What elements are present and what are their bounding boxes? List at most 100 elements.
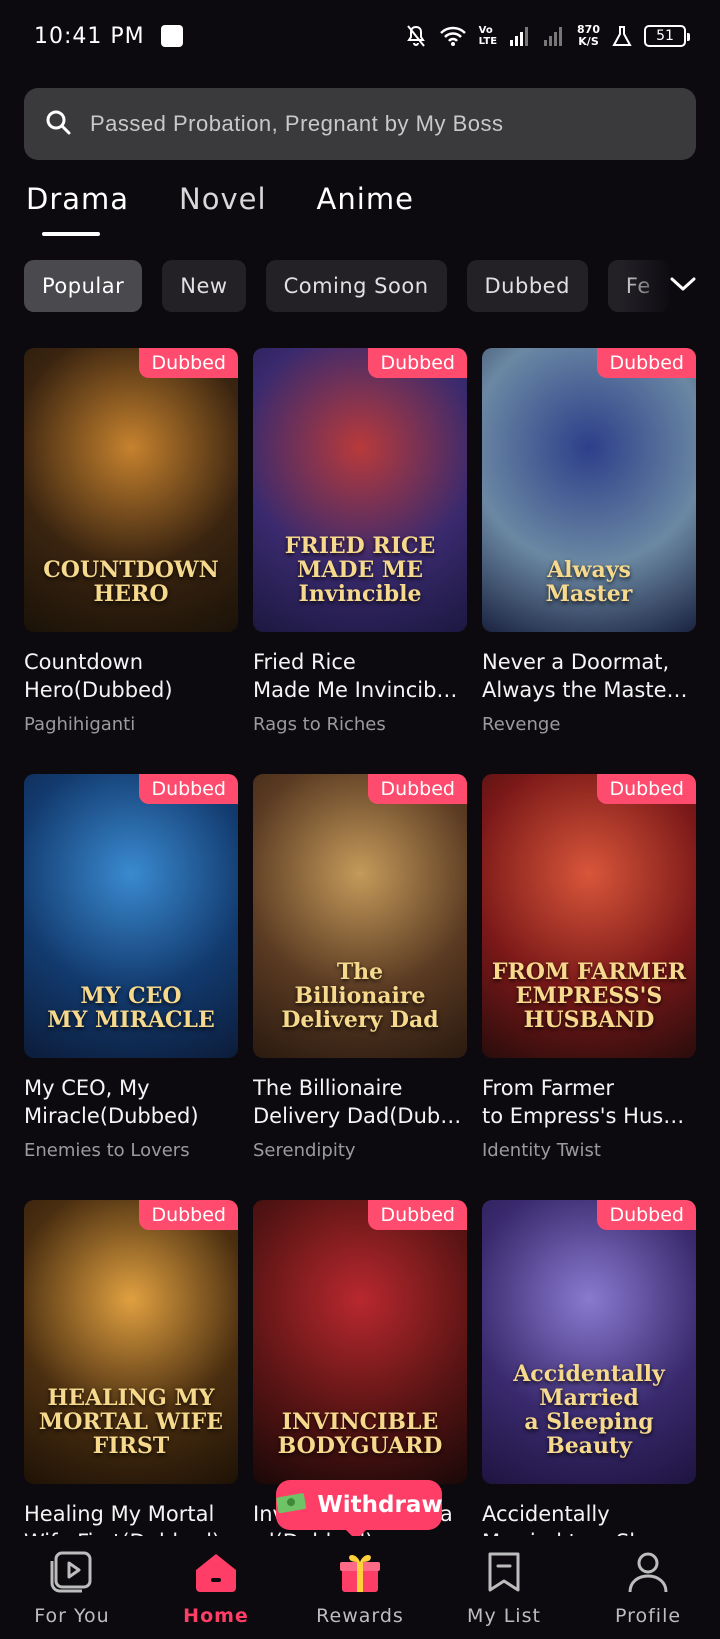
dubbed-badge: Dubbed [368, 1200, 467, 1230]
nav-label: Home [183, 1605, 249, 1627]
drama-title-line-2: to Empress's Hus… [482, 1104, 685, 1128]
bookmark-icon [480, 1550, 528, 1599]
drama-title-line-1: From Farmer [482, 1076, 614, 1100]
drama-poster[interactable]: COUNTDOWN HERO Dubbed [24, 348, 238, 632]
nav-home[interactable]: Home [151, 1550, 281, 1627]
drama-title[interactable]: Never a Doormat, Always the Maste… [482, 648, 696, 704]
drama-title-line-1: Fried Rice [253, 650, 356, 674]
status-bar: 10:41 PM Vo LTE 870 K/S 51 [0, 0, 720, 72]
withdraw-button[interactable]: Withdraw [275, 1480, 443, 1540]
poster-title-art: Always Master [545, 557, 633, 607]
drama-title[interactable]: From Farmer to Empress's Hus… [482, 1074, 696, 1130]
drama-genre-tag: Revenge [482, 714, 561, 735]
mute-icon [405, 24, 427, 48]
dubbed-badge: Dubbed [368, 774, 467, 804]
nav-label: For You [34, 1605, 110, 1627]
poster-title-art: Accidentally Married a Sleeping Beauty [513, 1361, 665, 1459]
bottom-nav: For You Home Rewards My List Profile [0, 1550, 720, 1639]
app-notification-icon [160, 25, 183, 47]
dubbed-badge: Dubbed [139, 1200, 238, 1230]
battery-icon: 51 [644, 25, 690, 47]
chip-coming-soon[interactable]: Coming Soon [265, 260, 447, 312]
nav-label: Profile [614, 1605, 682, 1627]
drama-poster[interactable]: HEALING MY MORTAL WIFE FIRST Dubbed [24, 1200, 238, 1484]
home-icon [192, 1550, 240, 1599]
drama-poster[interactable]: INVINCIBLE BODYGUARD Dubbed [253, 1200, 467, 1484]
flask-icon [612, 25, 632, 47]
drama-poster[interactable]: The Billionaire Delivery Dad Dubbed [253, 774, 467, 1058]
drama-title-line-2: Always the Maste… [482, 678, 688, 702]
drama-card[interactable]: FROM FARMER EMPRESS'S HUSBAND Dubbed From … [482, 774, 696, 1161]
nav-for-you[interactable]: For You [7, 1550, 137, 1627]
volte-bottom: LTE [478, 36, 498, 47]
signal-icon [509, 25, 531, 47]
drama-card[interactable]: COUNTDOWN HERO Dubbed Countdown Hero(Dubbed… [24, 348, 238, 735]
drama-poster[interactable]: MY CEO MY MIRACLE Dubbed [24, 774, 238, 1058]
drama-title[interactable]: My CEO, My Miracle(Dubbed) [24, 1074, 238, 1130]
chevron-down-icon [670, 276, 696, 296]
drama-grid: COUNTDOWN HERO Dubbed Countdown Hero(Dubbed… [24, 348, 696, 1584]
drama-card[interactable]: FRIED RICE MADE ME Invincible Dubbed Fried… [253, 348, 467, 735]
poster-title-art: INVINCIBLE BODYGUARD [277, 1409, 443, 1459]
drama-poster[interactable]: FROM FARMER EMPRESS'S HUSBAND Dubbed [482, 774, 696, 1058]
search-bar[interactable]: Passed Probation, Pregnant by My Boss [24, 88, 696, 160]
search-icon [44, 108, 72, 140]
nav-label: Rewards [316, 1605, 404, 1627]
speed-unit: K/S [578, 35, 599, 48]
drama-title-line-1: Countdown [24, 650, 144, 674]
play-card-icon [48, 1550, 96, 1599]
volte-top: Vo [478, 25, 493, 36]
drama-title-line-2: Delivery Dad(Dub… [253, 1104, 462, 1128]
drama-genre-tag: Paghihiganti [24, 714, 136, 735]
drama-poster[interactable]: Always Master Dubbed [482, 348, 696, 632]
poster-title-art: FRIED RICE MADE ME Invincible [284, 533, 436, 607]
poster-title-art: FROM FARMER EMPRESS'S HUSBAND [491, 959, 687, 1033]
profile-icon [624, 1550, 672, 1599]
drama-card[interactable]: MY CEO MY MIRACLE Dubbed My CEO, My Miracle… [24, 774, 238, 1161]
poster-title-art: The Billionaire Delivery Dad [281, 959, 439, 1033]
dubbed-badge: Dubbed [139, 774, 238, 804]
dubbed-badge: Dubbed [597, 774, 696, 804]
signal-2-icon [543, 25, 565, 47]
money-icon [275, 1490, 309, 1520]
nav-profile[interactable]: Profile [583, 1550, 713, 1627]
expand-categories-button[interactable] [620, 260, 720, 312]
network-speed: 870 K/S [577, 24, 600, 48]
drama-genre-tag: Enemies to Lovers [24, 1140, 190, 1161]
drama-title[interactable]: Fried Rice Made Me Invincib… [253, 648, 467, 704]
drama-card[interactable]: Accidentally Married a Sleeping Beauty Du… [482, 1200, 696, 1584]
content-tabs: Drama Novel Anime [26, 182, 414, 236]
nav-label: My List [467, 1605, 541, 1627]
drama-title-line-1: Never a Doormat, [482, 650, 670, 674]
drama-card[interactable]: Always Master Dubbed Never a Doormat, Alway… [482, 348, 696, 735]
drama-card[interactable]: HEALING MY MORTAL WIFE FIRST Dubbed Healin… [24, 1200, 238, 1584]
poster-title-art: MY CEO MY MIRACLE [47, 983, 215, 1033]
wifi-icon [439, 25, 467, 47]
chip-popular[interactable]: Popular [24, 260, 143, 312]
drama-title[interactable]: Countdown Hero(Dubbed) [24, 648, 238, 704]
chip-dubbed[interactable]: Dubbed [466, 260, 588, 312]
drama-card[interactable]: The Billionaire Delivery Dad Dubbed The Bi… [253, 774, 467, 1161]
tab-anime[interactable]: Anime [317, 182, 414, 236]
tab-novel[interactable]: Novel [179, 182, 267, 236]
drama-genre-tag: Serendipity [253, 1140, 356, 1161]
drama-title-line-1: Accidentally [482, 1502, 610, 1526]
battery-level: 51 [656, 28, 674, 44]
drama-title[interactable]: The Billionaire Delivery Dad(Dub… [253, 1074, 467, 1130]
status-time: 10:41 PM [34, 23, 145, 49]
dubbed-badge: Dubbed [368, 348, 467, 378]
tab-drama[interactable]: Drama [26, 182, 129, 236]
drama-poster[interactable]: Accidentally Married a Sleeping Beauty Du… [482, 1200, 696, 1484]
dubbed-badge: Dubbed [597, 1200, 696, 1230]
drama-title-line-2: Hero(Dubbed) [24, 678, 173, 702]
withdraw-label: Withdraw [317, 1492, 443, 1518]
nav-my-list[interactable]: My List [439, 1550, 569, 1627]
nav-rewards[interactable]: Rewards [295, 1550, 425, 1627]
drama-poster[interactable]: FRIED RICE MADE ME Invincible Dubbed [253, 348, 467, 632]
drama-title-line-1: The Billionaire [253, 1076, 403, 1100]
drama-title-line-1: Healing My Mortal [24, 1502, 215, 1526]
dubbed-badge: Dubbed [139, 348, 238, 378]
chip-new[interactable]: New [162, 260, 246, 312]
drama-genre-tag: Identity Twist [482, 1140, 601, 1161]
dubbed-badge: Dubbed [597, 348, 696, 378]
